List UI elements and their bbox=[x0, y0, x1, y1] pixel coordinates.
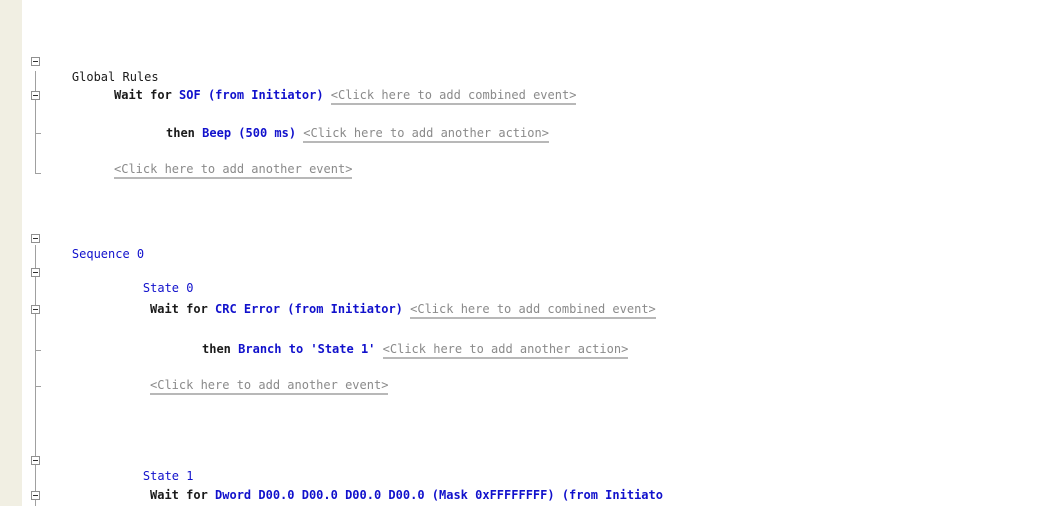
rule-tree: Global Rules Wait for SOF (from Initiato… bbox=[22, 0, 1054, 506]
event-name[interactable]: Dword D00.0 D00.0 D00.0 D00.0 (Mask 0xFF… bbox=[215, 488, 555, 502]
event-name[interactable]: CRC Error bbox=[215, 302, 280, 316]
collapse-sequence-icon[interactable] bbox=[31, 234, 40, 243]
sequence-label: Sequence 0 bbox=[71, 247, 145, 261]
add-another-event-link[interactable]: <Click here to add another event> bbox=[150, 378, 389, 395]
collapse-state-0-event-icon[interactable] bbox=[31, 305, 40, 314]
tree-branch bbox=[35, 133, 41, 134]
tree-branch bbox=[35, 386, 41, 387]
collapse-global-rules-icon[interactable] bbox=[31, 57, 40, 66]
left-gutter bbox=[0, 0, 22, 506]
add-combined-event-link[interactable]: <Click here to add combined event> bbox=[330, 88, 577, 105]
add-combined-event-link[interactable]: <Click here to add combined event> bbox=[410, 302, 656, 319]
event-name[interactable]: SOF bbox=[179, 88, 201, 102]
collapse-event-icon[interactable] bbox=[31, 91, 40, 100]
then-keyword: then bbox=[202, 342, 231, 356]
tree-line bbox=[35, 245, 36, 506]
tree-branch bbox=[35, 173, 41, 174]
global-rules-node[interactable]: Global Rules bbox=[43, 53, 159, 84]
state-1-label: State 1 bbox=[142, 469, 194, 483]
action-name[interactable]: Beep (500 ms) bbox=[202, 126, 296, 140]
event-source[interactable]: (from Initiato bbox=[562, 488, 663, 502]
global-action-row: then Beep (500 ms) <Click here to add an… bbox=[166, 125, 549, 143]
global-event-row: Wait for SOF (from Initiator) <Click her… bbox=[114, 87, 577, 105]
sequence-node[interactable]: Sequence 0 bbox=[43, 230, 144, 261]
state-1-event-row: Wait for Dword D00.0 D00.0 D00.0 D00.0 (… bbox=[150, 487, 663, 503]
wait-for-keyword: Wait for bbox=[150, 302, 208, 316]
tree-line bbox=[35, 71, 36, 174]
add-another-action-link[interactable]: <Click here to add another action> bbox=[303, 126, 549, 143]
tree-branch bbox=[35, 350, 41, 351]
collapse-state-0-icon[interactable] bbox=[31, 268, 40, 277]
collapse-state-1-event-icon[interactable] bbox=[31, 491, 40, 500]
global-rules-label: Global Rules bbox=[71, 70, 159, 84]
event-source[interactable]: (from Initiator) bbox=[208, 88, 324, 102]
add-another-event-link[interactable]: <Click here to add another event> bbox=[114, 162, 353, 179]
global-add-event-row: <Click here to add another event> bbox=[114, 161, 353, 179]
event-source[interactable]: (from Initiator) bbox=[287, 302, 403, 316]
state-0-action-row: then Branch to 'State 1' <Click here to … bbox=[202, 341, 629, 359]
then-keyword: then bbox=[166, 126, 195, 140]
state-1-node[interactable]: State 1 bbox=[114, 452, 194, 483]
wait-for-keyword: Wait for bbox=[114, 88, 172, 102]
wait-for-keyword: Wait for bbox=[150, 488, 208, 502]
state-0-node[interactable]: State 0 bbox=[114, 264, 194, 295]
add-another-action-link[interactable]: <Click here to add another action> bbox=[382, 342, 629, 359]
collapse-state-1-icon[interactable] bbox=[31, 456, 40, 465]
state-0-event-row: Wait for CRC Error (from Initiator) <Cli… bbox=[150, 301, 656, 319]
action-name[interactable]: Branch to 'State 1' bbox=[238, 342, 375, 356]
state-0-label: State 0 bbox=[142, 281, 194, 295]
state-0-add-event-row: <Click here to add another event> bbox=[150, 377, 389, 395]
